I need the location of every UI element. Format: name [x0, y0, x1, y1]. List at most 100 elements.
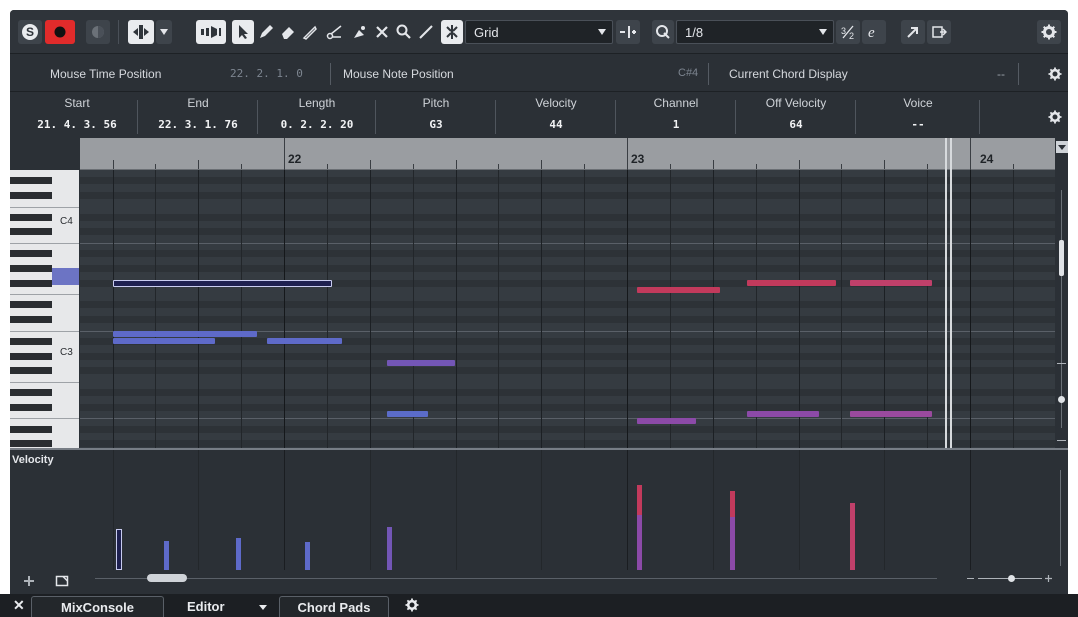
black-key[interactable] [10, 352, 52, 360]
zoom-handle[interactable] [1058, 396, 1065, 403]
gear-icon[interactable] [405, 598, 419, 612]
glue-tool[interactable] [348, 20, 370, 44]
trim-tool[interactable] [300, 20, 320, 44]
midi-note[interactable] [637, 418, 696, 425]
scroll-thumb[interactable] [147, 574, 187, 582]
black-key[interactable] [10, 250, 52, 258]
triplet-button[interactable]: 32 [836, 20, 860, 44]
black-key[interactable] [10, 403, 52, 411]
midi-note-selected[interactable] [112, 279, 333, 287]
info-end[interactable]: End 22. 3. 1. 76 [138, 92, 258, 138]
status-settings-gear-icon[interactable] [1048, 67, 1062, 81]
zoom-thumb[interactable] [1059, 240, 1064, 276]
vertical-zoom-slider[interactable] [1055, 170, 1068, 448]
midi-note[interactable] [747, 410, 820, 417]
velocity-bar[interactable] [386, 526, 392, 570]
zoom-out-icon[interactable] [967, 578, 974, 579]
project-cursor[interactable] [945, 138, 947, 448]
quantize-preset-select[interactable]: 1/8 [676, 20, 834, 44]
erase-tool[interactable] [278, 20, 298, 44]
black-key[interactable] [10, 213, 52, 221]
solo-button[interactable]: S [18, 20, 42, 44]
info-off-velocity[interactable]: Off Velocity 64 [736, 92, 856, 138]
velocity-bar[interactable] [235, 537, 241, 570]
black-key[interactable] [10, 425, 52, 433]
chevron-down-icon[interactable] [258, 604, 268, 611]
zoom-in-icon[interactable] [1044, 574, 1053, 583]
midi-note[interactable] [747, 279, 837, 286]
plus-icon[interactable] [1057, 440, 1066, 441]
auto-scroll-dropdown[interactable] [156, 20, 172, 44]
midi-note[interactable] [112, 330, 257, 337]
black-key[interactable] [10, 191, 52, 199]
velocity-bar[interactable] [115, 529, 122, 570]
line-tool[interactable] [416, 20, 436, 44]
auto-scroll-button[interactable] [128, 20, 154, 44]
draw-tool[interactable] [256, 20, 276, 44]
open-in-window-button[interactable] [901, 20, 925, 44]
velocity-bar[interactable] [849, 502, 855, 570]
snap-toggle[interactable] [441, 20, 463, 44]
acoustic-feedback-button[interactable] [196, 20, 226, 44]
snap-type-select[interactable]: Grid [465, 20, 613, 44]
black-key[interactable] [10, 177, 52, 185]
quantize-button[interactable] [652, 20, 674, 44]
midi-note[interactable] [386, 359, 456, 366]
info-pitch[interactable]: Pitch G3 [376, 92, 496, 138]
midi-note[interactable] [112, 337, 216, 344]
add-lane-icon[interactable] [22, 574, 36, 588]
info-value[interactable]: -- [856, 118, 980, 131]
black-key[interactable] [10, 389, 52, 396]
edit-vst-button[interactable] [927, 20, 951, 44]
black-key[interactable] [10, 337, 52, 345]
velocity-bar[interactable] [729, 517, 735, 570]
black-key[interactable] [10, 279, 52, 287]
black-key[interactable] [10, 316, 52, 323]
black-key[interactable] [10, 301, 52, 309]
info-length[interactable]: Length 0. 2. 2. 20 [258, 92, 376, 138]
minus-icon[interactable] [1057, 363, 1066, 364]
ruler[interactable]: 22 23 24 [80, 138, 1055, 170]
snap-to-zero-button[interactable] [616, 20, 640, 44]
black-key[interactable] [10, 440, 52, 448]
midi-note[interactable] [386, 410, 429, 417]
tab-chord-pads[interactable]: Chord Pads [279, 596, 389, 617]
info-value[interactable]: 1 [616, 118, 736, 131]
close-lower-zone-icon[interactable]: ✕ [13, 597, 25, 614]
monitor-button[interactable] [86, 20, 110, 44]
black-key[interactable] [10, 264, 52, 272]
swing-button[interactable]: e [862, 20, 886, 44]
tab-mixconsole[interactable]: MixConsole [31, 596, 164, 617]
tab-editor[interactable]: Editor [170, 596, 280, 617]
info-value[interactable]: 64 [736, 118, 856, 131]
piano-keyboard[interactable]: C4 C3 [10, 170, 79, 448]
scroll-track[interactable] [95, 578, 937, 579]
info-value[interactable]: 21. 4. 3. 56 [16, 118, 138, 131]
lane-preset-icon[interactable] [55, 574, 69, 588]
info-channel[interactable]: Channel 1 [616, 92, 736, 138]
info-start[interactable]: Start 21. 4. 3. 56 [16, 92, 138, 138]
info-voice[interactable]: Voice -- [856, 92, 980, 138]
black-key[interactable] [10, 367, 52, 375]
object-selection-tool[interactable] [232, 20, 254, 44]
velocity-bar[interactable] [163, 541, 169, 570]
midi-note[interactable] [849, 410, 933, 417]
info-value[interactable]: 0. 2. 2. 20 [258, 118, 376, 131]
zoom-tool[interactable] [394, 20, 414, 44]
note-display[interactable] [80, 170, 1055, 448]
mute-tool[interactable] [372, 20, 392, 44]
velocity-lane[interactable] [80, 450, 1055, 570]
horizontal-zoom-handle[interactable] [1008, 575, 1015, 582]
info-value[interactable]: 44 [496, 118, 616, 131]
info-value[interactable]: 22. 3. 1. 76 [138, 118, 258, 131]
info-velocity[interactable]: Velocity 44 [496, 92, 616, 138]
ruler-options-button[interactable] [1056, 141, 1068, 153]
midi-note[interactable] [849, 279, 933, 286]
info-value[interactable]: G3 [376, 118, 496, 131]
midi-note[interactable] [637, 286, 720, 293]
toolbar-settings-button[interactable] [1037, 20, 1061, 44]
velocity-bar[interactable] [637, 514, 643, 570]
black-key[interactable] [10, 228, 52, 236]
record-button[interactable] [45, 20, 75, 44]
split-tool[interactable] [324, 20, 346, 44]
